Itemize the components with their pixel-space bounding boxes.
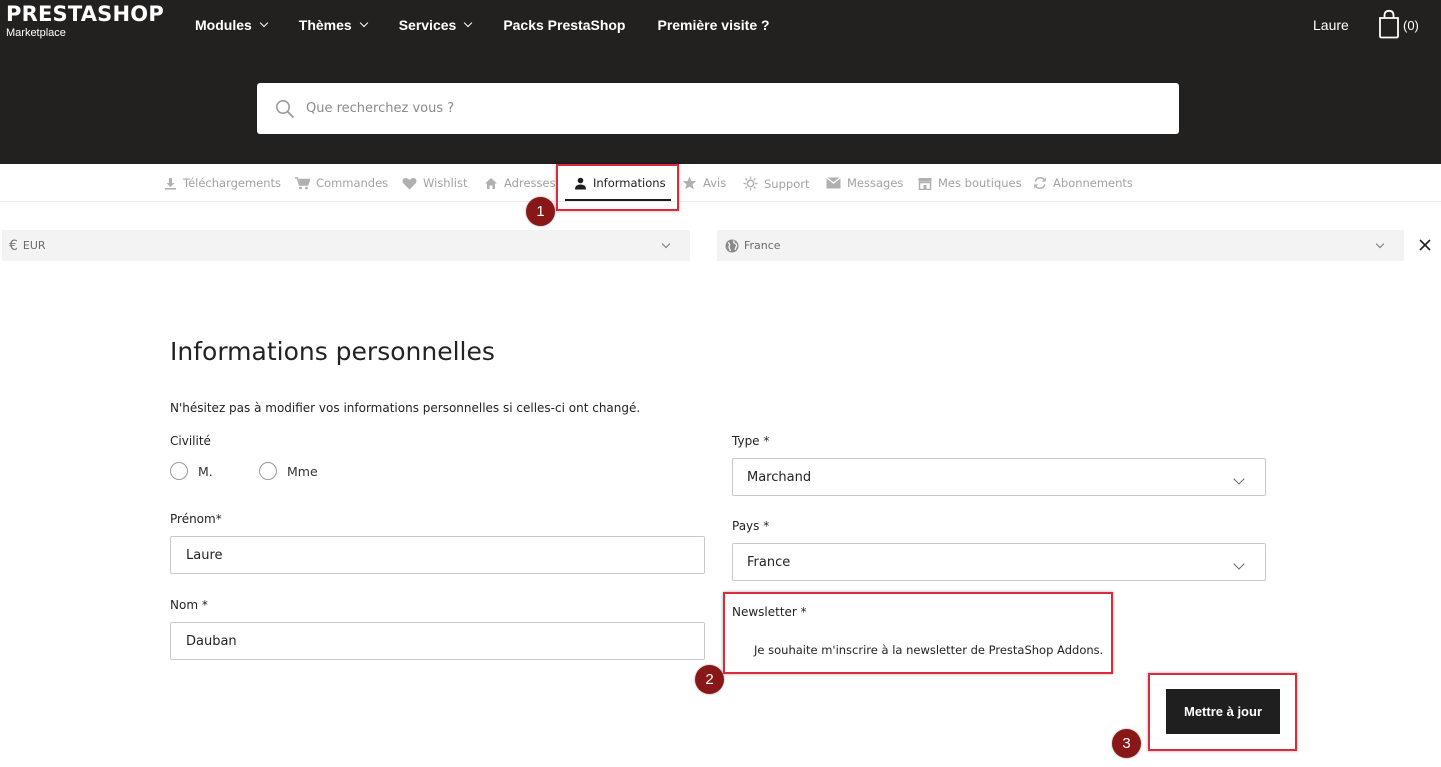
tab-my-stores[interactable]: Mes boutiques [918, 176, 1022, 190]
civility-option-m: M. [198, 463, 213, 479]
newsletter-checkbox-label[interactable]: Je souhaite m'inscrire à la newsletter d… [754, 643, 1103, 657]
tab-reviews[interactable]: Avis [682, 176, 726, 190]
lastname-label: Nom * [170, 598, 208, 612]
currency-select[interactable]: € EUR [2, 230, 690, 261]
civility-label: Civilité [170, 434, 211, 448]
country-value: France [747, 554, 791, 570]
radio-circle[interactable] [170, 462, 188, 480]
search-icon [276, 99, 295, 118]
type-label: Type * [732, 434, 770, 448]
page-title: Informations personnelles [170, 337, 495, 366]
civility-radio-mme[interactable]: Mme [259, 462, 318, 480]
tab-subscriptions-label: Abonnements [1053, 176, 1133, 190]
tab-orders[interactable]: Commandes [295, 176, 388, 190]
home-icon [485, 177, 497, 189]
tab-support[interactable]: Support [743, 176, 809, 191]
tab-addresses[interactable]: Adresses [484, 176, 556, 190]
tab-orders-label: Commandes [316, 176, 389, 190]
heart-icon [402, 177, 417, 189]
euro-icon: € [9, 237, 18, 254]
chevron-down-icon [464, 18, 473, 28]
radio-circle[interactable] [259, 462, 277, 480]
nav-first-visit[interactable]: Première visite ? [657, 17, 769, 33]
type-value: Marchand [747, 469, 812, 485]
tab-subscriptions[interactable]: Abonnements [1033, 176, 1133, 190]
user-icon [575, 177, 586, 189]
chevron-down-icon [1375, 239, 1385, 249]
sun-icon [743, 176, 758, 191]
nav-services[interactable]: Services [398, 17, 473, 33]
account-tabs: Téléchargements Commandes Wishlist Adres… [0, 164, 1441, 202]
civility-radio-m[interactable]: M. [170, 462, 213, 480]
step-badge-2: 2 [695, 665, 724, 694]
tab-messages-label: Messages [847, 176, 904, 190]
store-icon [918, 177, 932, 190]
tab-downloads[interactable]: Téléchargements [164, 176, 281, 190]
refresh-icon [1034, 177, 1046, 189]
envelope-icon [826, 177, 841, 189]
nav-modules-label: Modules [195, 17, 252, 33]
main-nav: Modules Thèmes Services Packs PrestaShop… [195, 17, 802, 33]
firstname-field[interactable] [170, 536, 705, 574]
tab-support-label: Support [764, 176, 810, 191]
update-button[interactable]: Mettre à jour [1166, 689, 1280, 734]
cart-icon [295, 176, 310, 189]
nav-modules[interactable]: Modules [195, 17, 269, 33]
cart-count: (0) [1403, 18, 1419, 33]
chevron-down-icon [661, 239, 671, 249]
newsletter-label: Newsletter * [732, 605, 807, 619]
step-badge-1: 1 [526, 197, 555, 226]
step-badge-3: 3 [1112, 729, 1141, 758]
nav-themes-label: Thèmes [298, 17, 352, 33]
download-icon [165, 177, 176, 190]
tab-wishlist[interactable]: Wishlist [402, 176, 467, 190]
chevron-down-icon [1233, 558, 1245, 570]
prestashop-logo[interactable]: PRESTASHOP Marketplace [6, 2, 164, 39]
search-bar [257, 83, 1179, 134]
shopping-bag-icon [1379, 9, 1399, 39]
intro-text: N'hésitez pas à modifier vos information… [170, 401, 641, 415]
type-select[interactable]: Marchand [732, 458, 1266, 496]
search-input[interactable] [306, 101, 1106, 116]
nav-packs-label: Packs PrestaShop [503, 17, 626, 33]
tab-addresses-label: Adresses [504, 176, 556, 190]
currency-value: EUR [22, 239, 46, 252]
nav-packs[interactable]: Packs PrestaShop [503, 17, 625, 33]
country-label: Pays * [732, 519, 770, 533]
close-icon[interactable] [1419, 239, 1431, 251]
chevron-down-icon [259, 18, 269, 28]
cart-button[interactable]: (0) [1377, 9, 1419, 39]
tab-reviews-label: Avis [703, 176, 727, 190]
civility-option-mme: Mme [287, 463, 318, 479]
chevron-down-icon [1233, 473, 1245, 485]
globe-icon [725, 239, 739, 252]
nav-services-label: Services [398, 17, 457, 33]
country-locale-value: France [744, 239, 781, 252]
account-user-link[interactable]: Laure [1313, 17, 1349, 33]
logo-text: PRESTASHOP [6, 2, 164, 26]
active-tab-indicator [565, 199, 671, 201]
top-header: PRESTASHOP Marketplace Modules Thèmes Se… [0, 0, 1441, 164]
country-locale-select[interactable]: France [717, 230, 1404, 261]
tab-informations[interactable]: Informations [574, 176, 666, 190]
tab-informations-label: Informations [593, 176, 666, 190]
country-select[interactable]: France [732, 543, 1266, 581]
lastname-field[interactable] [170, 622, 705, 660]
star-icon [682, 176, 697, 190]
tab-wishlist-label: Wishlist [423, 176, 468, 190]
logo-subtitle: Marketplace [6, 27, 66, 39]
tab-my-stores-label: Mes boutiques [938, 176, 1022, 190]
firstname-label: Prénom* [170, 512, 222, 526]
tab-downloads-label: Téléchargements [183, 176, 282, 190]
nav-themes[interactable]: Thèmes [298, 17, 368, 33]
tab-messages[interactable]: Messages [826, 176, 903, 190]
chevron-down-icon [359, 18, 368, 28]
nav-first-visit-label: Première visite ? [657, 17, 770, 33]
